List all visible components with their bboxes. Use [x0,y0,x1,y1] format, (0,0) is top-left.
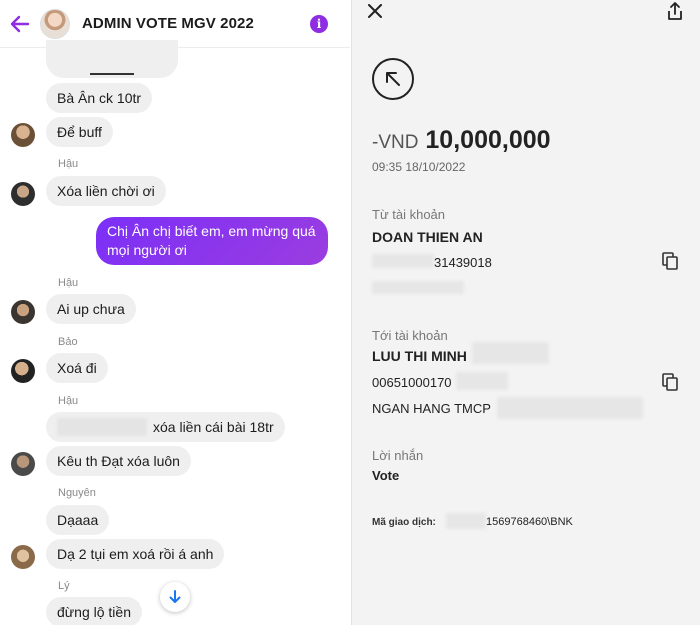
info-icon[interactable]: i [310,14,328,33]
scroll-down-button[interactable] [160,582,190,612]
sender-name: Lý [58,580,70,592]
transaction-code-label: Mã giao dịch: [372,517,436,528]
transaction-code: Mã giao dịch: [372,517,436,528]
copy-icon[interactable] [662,373,678,391]
avatar[interactable] [11,182,35,206]
share-icon [668,2,682,20]
sender-name: Hậu [58,158,79,170]
redacted-block [372,254,434,268]
sender-name: Nguyên [58,487,96,499]
redacted-block [497,397,643,419]
divider [90,73,134,75]
avatar[interactable] [11,123,35,147]
currency-prefix: -VND [372,132,419,153]
amount-value: 10,000,000 [425,126,551,154]
avatar[interactable] [11,452,35,476]
transaction-code-value: 1569768460\BNK [486,516,573,528]
redacted-block [372,281,464,294]
sender-name: Hậu [58,395,79,407]
transaction-amount: -VND 10,000,000 [372,126,551,155]
transaction-detail-panel: -VND 10,000,000 09:35 18/10/2022 Từ tài … [351,0,700,625]
message-bubble[interactable]: Xoá đi [46,353,108,383]
message-text: xóa liền cái bài 18tr [153,419,274,435]
message-bubble[interactable]: đừng lộ tiền [46,597,142,625]
copy-icon[interactable] [662,252,678,270]
note-value: Vote [372,468,400,483]
arrow-down-icon [169,590,181,603]
message-bubble[interactable]: xóa liền cái bài 18tr [46,412,285,442]
message-line: Chị Ân chị biết em, em mừng quá [107,223,316,239]
share-button[interactable] [666,1,684,21]
transaction-datetime: 09:35 18/10/2022 [372,160,466,174]
message-bubble[interactable]: Để buff [46,117,113,147]
to-bank-name: NGAN HANG TMCP [372,401,491,416]
redacted-block [456,372,508,390]
message-bubble[interactable]: Dạ 2 tụi em xoá rồi á anh [46,539,225,569]
close-button[interactable] [368,1,382,24]
avatar[interactable] [11,545,35,569]
redacted-block [472,342,549,364]
chat-panel: ADMIN VOTE MGV 2022 i Bà Ân ck 10tr Để b… [0,0,350,625]
sender-name: Hậu [58,277,79,289]
close-icon [368,4,382,18]
message-bubble[interactable]: Ai up chưa [46,294,136,324]
redacted-block [57,418,147,436]
from-account-label: Từ tài khoản [372,207,446,222]
group-avatar[interactable] [40,8,70,39]
avatar[interactable] [11,359,35,383]
to-account-name: LUU THI MINH [372,348,467,364]
from-account-number: 31439018 [434,255,492,270]
message-bubble[interactable]: Xóa liền chời ơi [46,176,166,206]
message-bubble[interactable]: Bà Ân ck 10tr [46,83,153,113]
message-bubble[interactable]: Kêu th Đạt xóa luôn [46,446,191,476]
note-label: Lời nhắn [372,448,424,463]
chat-title[interactable]: ADMIN VOTE MGV 2022 [82,15,310,32]
back-button[interactable] [0,0,40,48]
to-account-label: Tới tài khoản [372,328,448,343]
from-account-name: DOAN THIEN AN [372,229,483,245]
arrow-left-icon [10,15,30,32]
sender-name: Bảo [58,336,78,348]
outgoing-transfer-icon [372,58,414,100]
avatar[interactable] [11,300,35,324]
message-bubble[interactable]: Dạaaa [46,505,110,535]
redacted-block [446,513,486,529]
message-line: mọi người ơi [107,242,187,258]
to-account-number: 00651000170 [372,375,452,390]
my-message-bubble[interactable]: Chị Ân chị biết em, em mừng quá mọi ngườ… [96,217,328,265]
